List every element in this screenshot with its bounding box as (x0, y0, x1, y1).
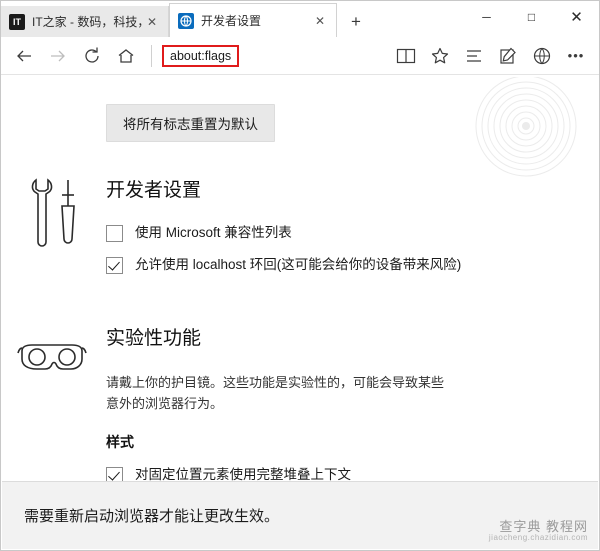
option-compat-list[interactable]: 使用 Microsoft 兼容性列表 (106, 224, 574, 242)
option-label-localhost-loopback: 允许使用 localhost 环回(这可能会给你的设备带来风险) (135, 257, 462, 272)
tab-favicon-ithome: IT (9, 13, 25, 30)
watermark-sub-text: jiaocheng.chazidian.com (488, 533, 588, 543)
window-controls: ─ □ ✕ (464, 1, 599, 37)
tab-strip: IT IT之家 - 数码，科技，生活 ✕ 开发者设置 ✕ + (1, 1, 464, 37)
share-icon[interactable] (525, 40, 559, 72)
tab-close-icon-ithome[interactable]: ✕ (144, 14, 160, 30)
section-experimental-body: 实验性功能 请戴上你的护目镜。这些功能是实验性的，可能会导致某些意外的浏览器行为… (106, 323, 598, 482)
title-bar: IT IT之家 - 数码，科技，生活 ✕ 开发者设置 ✕ + ─ □ ✕ (1, 1, 599, 37)
tab-title-developer-settings: 开发者设置 (201, 14, 262, 28)
minimize-button[interactable]: ─ (464, 1, 509, 32)
checkbox-fixed-position-stacking[interactable] (106, 467, 123, 482)
checkbox-compat-list[interactable] (106, 225, 123, 242)
star-icon[interactable] (423, 40, 457, 72)
maximize-button[interactable]: □ (509, 1, 554, 32)
section-experimental-paragraph: 请戴上你的护目镜。这些功能是实验性的，可能会导致某些意外的浏览器行为。 (106, 375, 445, 411)
close-button[interactable]: ✕ (554, 1, 599, 32)
address-bar[interactable]: about:flags (151, 40, 385, 72)
forward-arrow-icon[interactable] (41, 40, 75, 72)
home-icon[interactable] (109, 40, 143, 72)
option-label-compat-list: 使用 Microsoft 兼容性列表 (135, 225, 292, 240)
book-icon[interactable] (389, 40, 423, 72)
option-localhost-loopback[interactable]: 允许使用 localhost 环回(这可能会给你的设备带来风险) (106, 256, 574, 274)
restart-notification-bar: 需要重新启动浏览器才能让更改生效。 查字典 教程网 jiaocheng.chaz… (2, 481, 598, 549)
goggles-icon (16, 337, 88, 386)
address-divider (151, 44, 152, 67)
note-icon[interactable] (491, 40, 525, 72)
new-tab-button[interactable]: + (337, 6, 375, 37)
section-experimental-title: 实验性功能 (106, 328, 202, 349)
tab-title-ithome: IT之家 - 数码，科技，生活 (32, 15, 144, 29)
toolbar-right-icons: ••• (389, 40, 593, 72)
reset-all-flags-button[interactable]: 将所有标志重置为默认 (106, 104, 275, 142)
tab-developer-settings[interactable]: 开发者设置 ✕ (169, 3, 337, 37)
edge-watermark-swirl (475, 77, 577, 177)
watermark-main-text: 查字典 教程网 (499, 518, 588, 534)
section-developer-body: 开发者设置 使用 Microsoft 兼容性列表 允许使用 localhost … (106, 175, 598, 274)
section-developer-title: 开发者设置 (106, 180, 202, 201)
restart-notification-text: 需要重新启动浏览器才能让更改生效。 (24, 508, 280, 525)
browser-window: IT IT之家 - 数码，科技，生活 ✕ 开发者设置 ✕ + ─ □ ✕ (0, 0, 600, 551)
option-fixed-position-stacking[interactable]: 对固定位置元素使用完整堆叠上下文 (106, 466, 574, 482)
tab-close-icon-developer-settings[interactable]: ✕ (312, 13, 328, 29)
subsection-style-heading: 样式 (106, 434, 134, 450)
refresh-arrow-icon[interactable] (75, 40, 109, 72)
tab-ithome[interactable]: IT IT之家 - 数码，科技，生活 ✕ (1, 6, 169, 37)
site-watermark: 查字典 教程网 jiaocheng.chazidian.com (488, 518, 588, 543)
tools-icon (24, 177, 82, 254)
page-content: 将所有标志重置为默认 开发者设置 使用 Microsoft 兼容性列表 允许使用… (2, 77, 598, 482)
address-input[interactable]: about:flags (162, 44, 240, 67)
checkbox-localhost-loopback[interactable] (106, 257, 123, 274)
navigation-bar: about:flags ••• (1, 37, 599, 75)
more-options-icon[interactable]: ••• (559, 40, 593, 72)
option-label-fixed-position-stacking: 对固定位置元素使用完整堆叠上下文 (135, 467, 351, 482)
hub-icon[interactable] (457, 40, 491, 72)
section-developer-settings: 开发者设置 使用 Microsoft 兼容性列表 允许使用 localhost … (2, 175, 598, 288)
back-arrow-icon[interactable] (7, 40, 41, 72)
tab-favicon-developer-settings (178, 12, 194, 29)
section-experimental-features: 实验性功能 请戴上你的护目镜。这些功能是实验性的，可能会导致某些意外的浏览器行为… (2, 323, 598, 482)
